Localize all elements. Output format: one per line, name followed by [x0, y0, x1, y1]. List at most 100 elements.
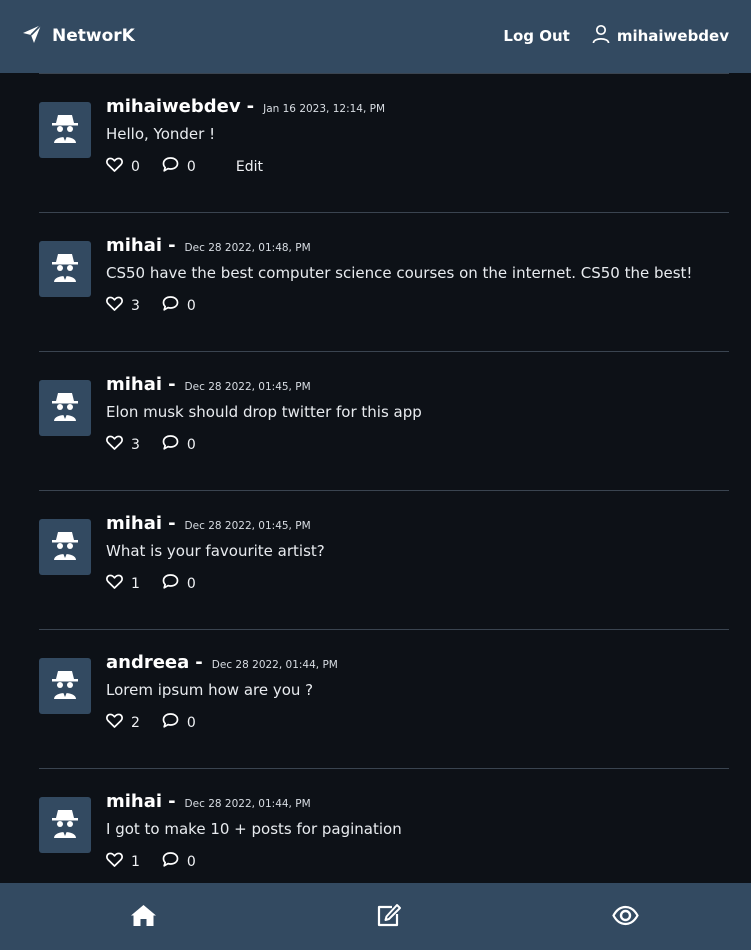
comment-count: 0: [186, 853, 196, 870]
like-count: 3: [131, 436, 140, 453]
eye-icon: [611, 903, 639, 932]
post-content: Hello, Yonder !: [106, 125, 216, 143]
post-content: Elon musk should drop twitter for this a…: [106, 403, 422, 421]
edit-icon: [375, 903, 402, 932]
like-button[interactable]: 3: [106, 434, 140, 455]
author-separator: -: [195, 652, 203, 673]
post-content: Lorem ipsum how are you ?: [106, 681, 314, 699]
incognito-icon: [50, 390, 80, 426]
comment-icon: [162, 295, 179, 316]
post-actions: 3 0: [106, 295, 196, 316]
incognito-icon: [50, 529, 80, 565]
post-content: CS50 have the best computer science cour…: [106, 264, 693, 282]
brand-link[interactable]: NetworK: [22, 24, 135, 48]
avatar[interactable]: [39, 241, 91, 297]
user-icon: [592, 24, 617, 48]
post-timestamp: Dec 28 2022, 01:48, PM: [184, 242, 311, 254]
heart-icon: [106, 573, 123, 594]
post-actions: 1 0: [106, 573, 196, 594]
like-button[interactable]: 1: [106, 573, 140, 594]
profile-link[interactable]: mihaiwebdev: [592, 24, 729, 48]
like-button[interactable]: 1: [106, 851, 140, 872]
like-count: 1: [131, 575, 140, 592]
like-button[interactable]: 2: [106, 712, 140, 733]
comment-button[interactable]: 0: [162, 156, 196, 177]
edit-post-link[interactable]: Edit: [236, 159, 263, 175]
comment-count: 0: [186, 575, 196, 592]
post-author-link[interactable]: mihai: [106, 374, 162, 395]
logout-link[interactable]: Log Out: [503, 27, 569, 45]
comment-icon: [162, 434, 179, 455]
post-content: I got to make 10 + posts for pagination: [106, 820, 402, 838]
comment-icon: [162, 573, 179, 594]
post-timestamp: Dec 28 2022, 01:44, PM: [211, 659, 338, 671]
post-timestamp: Dec 28 2022, 01:44, PM: [184, 798, 311, 810]
comment-count: 0: [186, 158, 196, 175]
post-feed: mihaiwebdev - Jan 16 2023, 12:14, PM Hel…: [39, 73, 729, 908]
avatar[interactable]: [39, 102, 91, 158]
post-item: mihai - Dec 28 2022, 01:45, PM Elon musk…: [39, 352, 729, 491]
incognito-icon: [50, 807, 80, 843]
post-item: andreea - Dec 28 2022, 01:44, PM Lorem i…: [39, 630, 729, 769]
comment-button[interactable]: 0: [162, 712, 196, 733]
comment-button[interactable]: 0: [162, 573, 196, 594]
paper-plane-icon: [22, 24, 42, 48]
incognito-icon: [50, 668, 80, 704]
post-author-link[interactable]: mihai: [106, 791, 162, 812]
post-author-link[interactable]: mihai: [106, 513, 162, 534]
avatar[interactable]: [39, 658, 91, 714]
author-separator: -: [168, 374, 176, 395]
bottom-navbar: [0, 883, 751, 950]
like-count: 3: [131, 297, 140, 314]
heart-icon: [106, 712, 123, 733]
avatar[interactable]: [39, 797, 91, 853]
heart-icon: [106, 851, 123, 872]
author-separator: -: [168, 513, 176, 534]
post-timestamp: Dec 28 2022, 01:45, PM: [184, 520, 311, 532]
avatar[interactable]: [39, 380, 91, 436]
post-actions: 0 0 Edit: [106, 156, 263, 177]
heart-icon: [106, 434, 123, 455]
post-item: mihaiwebdev - Jan 16 2023, 12:14, PM Hel…: [39, 74, 729, 213]
like-button[interactable]: 0: [106, 156, 140, 177]
like-count: 1: [131, 853, 140, 870]
post-author-link[interactable]: mihaiwebdev: [106, 96, 241, 117]
heart-icon: [106, 156, 123, 177]
avatar[interactable]: [39, 519, 91, 575]
author-separator: -: [168, 235, 176, 256]
comment-button[interactable]: 0: [162, 434, 196, 455]
top-navbar: NetworK Log Out mihaiwebdev: [0, 0, 751, 73]
post-actions: 1 0: [106, 851, 196, 872]
post-actions: 3 0: [106, 434, 196, 455]
post-author-link[interactable]: mihai: [106, 235, 162, 256]
home-icon: [130, 903, 157, 932]
like-count: 0: [131, 158, 140, 175]
post-item: mihai - Dec 28 2022, 01:48, PM CS50 have…: [39, 213, 729, 352]
incognito-icon: [50, 112, 80, 148]
comment-count: 0: [186, 436, 196, 453]
like-count: 2: [131, 714, 140, 731]
post-timestamp: Dec 28 2022, 01:45, PM: [184, 381, 311, 393]
post-item: mihai - Dec 28 2022, 01:45, PM What is y…: [39, 491, 729, 630]
comment-icon: [162, 712, 179, 733]
incognito-icon: [50, 251, 80, 287]
author-separator: -: [168, 791, 176, 812]
home-button[interactable]: [128, 903, 158, 931]
heart-icon: [106, 295, 123, 316]
new-post-button[interactable]: [373, 903, 403, 931]
author-separator: -: [246, 96, 255, 117]
comment-icon: [162, 851, 179, 872]
brand-name: NetworK: [52, 26, 135, 46]
post-author-link[interactable]: andreea: [106, 652, 189, 673]
username-label: mihaiwebdev: [616, 27, 729, 45]
post-content: What is your favourite artist?: [106, 542, 325, 560]
like-button[interactable]: 3: [106, 295, 140, 316]
post-timestamp: Jan 16 2023, 12:14, PM: [263, 103, 386, 115]
comment-count: 0: [186, 714, 196, 731]
post-actions: 2 0: [106, 712, 196, 733]
following-button[interactable]: [610, 903, 640, 931]
comment-button[interactable]: 0: [162, 295, 196, 316]
comment-icon: [162, 156, 179, 177]
comment-count: 0: [186, 297, 196, 314]
comment-button[interactable]: 0: [162, 851, 196, 872]
